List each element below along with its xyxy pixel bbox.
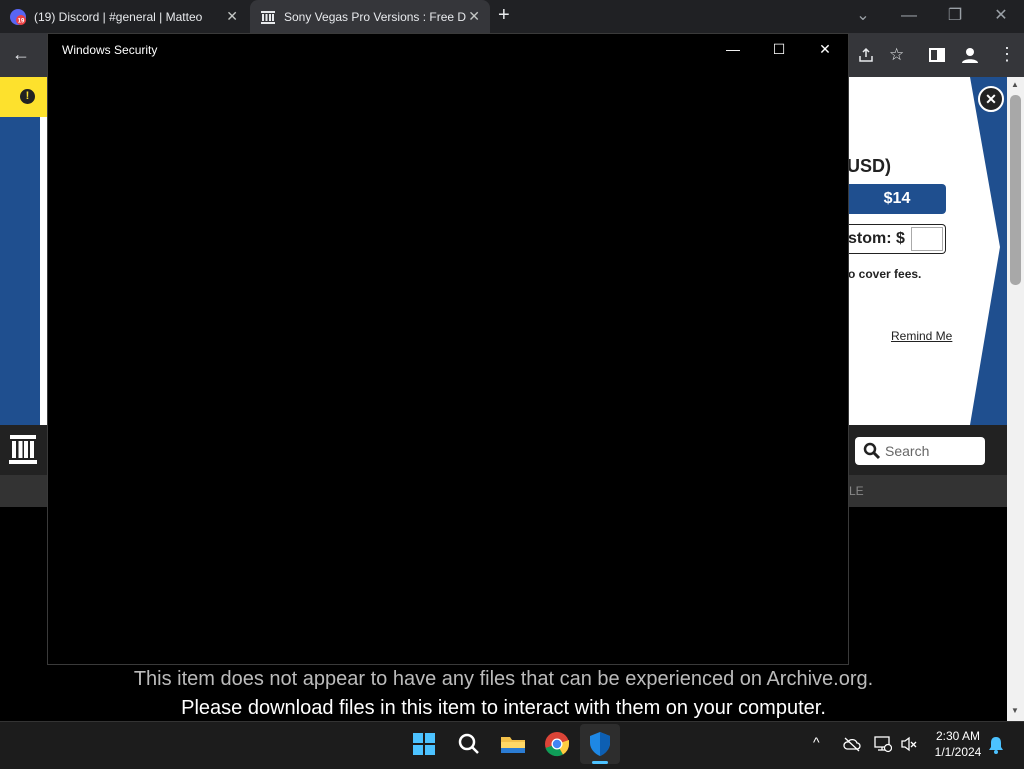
new-tab-button[interactable]: + [498,4,510,27]
download-files-message: Please download files in this item to in… [181,697,826,719]
cloud-offline-icon[interactable] [843,736,861,752]
donate-amount-button[interactable]: $14 [848,184,946,214]
tab-search-icon[interactable]: ⌄ [840,2,886,30]
windows-security-shield-icon[interactable] [586,730,614,758]
tab-close-icon[interactable]: ✕ [468,8,480,25]
alert-icon: ! [20,89,35,104]
network-icon[interactable] [874,735,892,753]
chrome-icon[interactable] [543,730,571,758]
custom-amount-input[interactable] [910,227,943,251]
search-placeholder: Search [885,443,930,459]
window-close-icon[interactable]: ✕ [805,38,845,60]
bookmark-star-icon[interactable]: ☆ [889,45,904,65]
clock-time: 2:30 AM [935,729,981,743]
taskbar-clock[interactable]: 2:30 AM 1/1/2024 [920,728,996,760]
menu-icon[interactable]: ⋮ [998,44,1016,65]
remind-me-link[interactable]: Remind Me [891,329,952,343]
search-icon [863,442,881,460]
tray-overflow-icon[interactable]: ^ [813,734,820,750]
archive-icon [261,10,275,24]
tab-sony-vegas[interactable]: Sony Vegas Pro Versions : Free D ✕ [250,0,490,33]
volume-muted-icon[interactable] [900,735,918,753]
custom-amount-field: stom: $ [848,224,946,254]
scroll-up-icon[interactable]: ▲ [1011,80,1019,89]
close-icon[interactable]: ✕ [978,2,1024,30]
scroll-down-icon[interactable]: ▼ [1011,706,1019,715]
active-app-indicator [592,761,608,764]
tab-title: (19) Discord | #general | Matteo [34,9,203,24]
custom-amount-label: stom: $ [848,230,905,247]
currency-label: USD) [847,156,891,176]
window-title: Windows Security [62,43,158,57]
archive-search-input[interactable]: Search [855,437,985,465]
profile-icon[interactable] [961,46,979,64]
cover-fees-text: o cover fees. [848,267,922,281]
file-explorer-icon[interactable] [499,730,527,758]
window-maximize-icon[interactable]: ☐ [759,38,799,60]
archive-logo-icon[interactable] [9,434,37,464]
notice-strip: ! [0,77,48,117]
tab-close-icon[interactable]: ✕ [226,8,238,25]
taskbar-search-icon[interactable] [455,730,483,758]
banner-left-stripe [0,117,40,425]
scrollbar-thumb[interactable] [1010,95,1021,285]
clock-date: 1/1/2024 [934,745,982,759]
restore-icon[interactable]: ❐ [932,2,978,30]
start-icon[interactable] [410,730,438,758]
back-icon[interactable]: ← [12,44,30,65]
windows-security-window: Windows Security — ☐ ✕ [47,33,849,665]
minimize-icon[interactable]: — [886,2,932,30]
tab-discord[interactable]: 19 (19) Discord | #general | Matteo ✕ [10,0,248,33]
tab-title: Sony Vegas Pro Versions : Free D [284,9,467,24]
nav-item-partial[interactable]: LE [849,484,864,498]
banner-right-stripe [970,77,1007,425]
window-minimize-icon[interactable]: — [713,38,753,60]
svg-text:19: 19 [18,18,25,24]
share-icon[interactable] [858,47,874,63]
side-panel-icon[interactable] [929,47,945,63]
donation-close-button[interactable]: ✕ [978,86,1004,112]
notification-bell-icon[interactable] [988,736,1004,754]
no-files-message: This item does not appear to have any fi… [133,668,874,690]
discord-icon: 19 [10,8,26,25]
